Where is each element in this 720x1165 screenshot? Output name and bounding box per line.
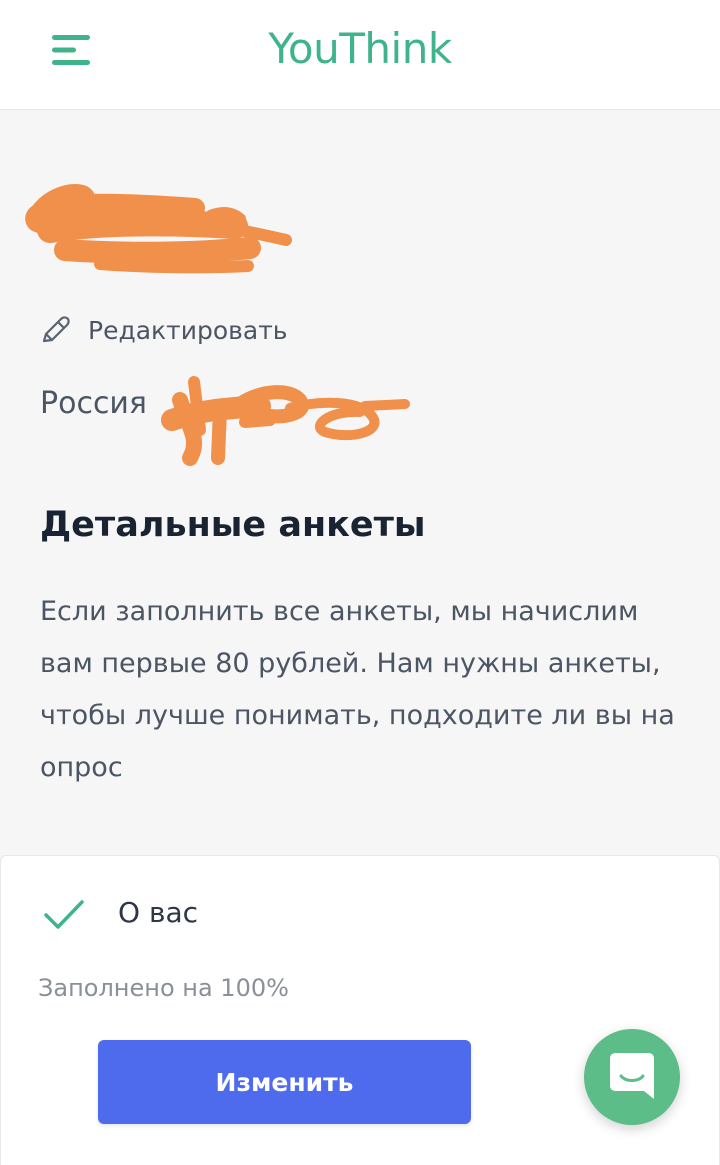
user-country: Россия (40, 386, 147, 421)
survey-progress-text: Заполнено на 100% (38, 974, 289, 1002)
app-header: YouThink (0, 0, 720, 110)
surveys-description: Если заполнить все анкеты, мы начислим в… (40, 596, 675, 783)
chat-button[interactable] (584, 1029, 680, 1125)
edit-survey-button[interactable]: Изменить (98, 1040, 471, 1124)
pencil-icon (42, 316, 70, 343)
edit-profile-label: Редактировать (88, 315, 288, 345)
chat-bubble-icon (610, 1053, 654, 1099)
redacted-user-city (161, 376, 410, 466)
checkmark-icon (44, 900, 84, 929)
redacted-user-name (25, 184, 292, 274)
edit-profile-link[interactable]: Редактировать (38, 310, 288, 350)
surveys-section-title: Детальные анкеты (40, 505, 426, 545)
survey-card-title: О вас (118, 896, 198, 929)
app-logo[interactable]: YouThink (0, 24, 720, 73)
